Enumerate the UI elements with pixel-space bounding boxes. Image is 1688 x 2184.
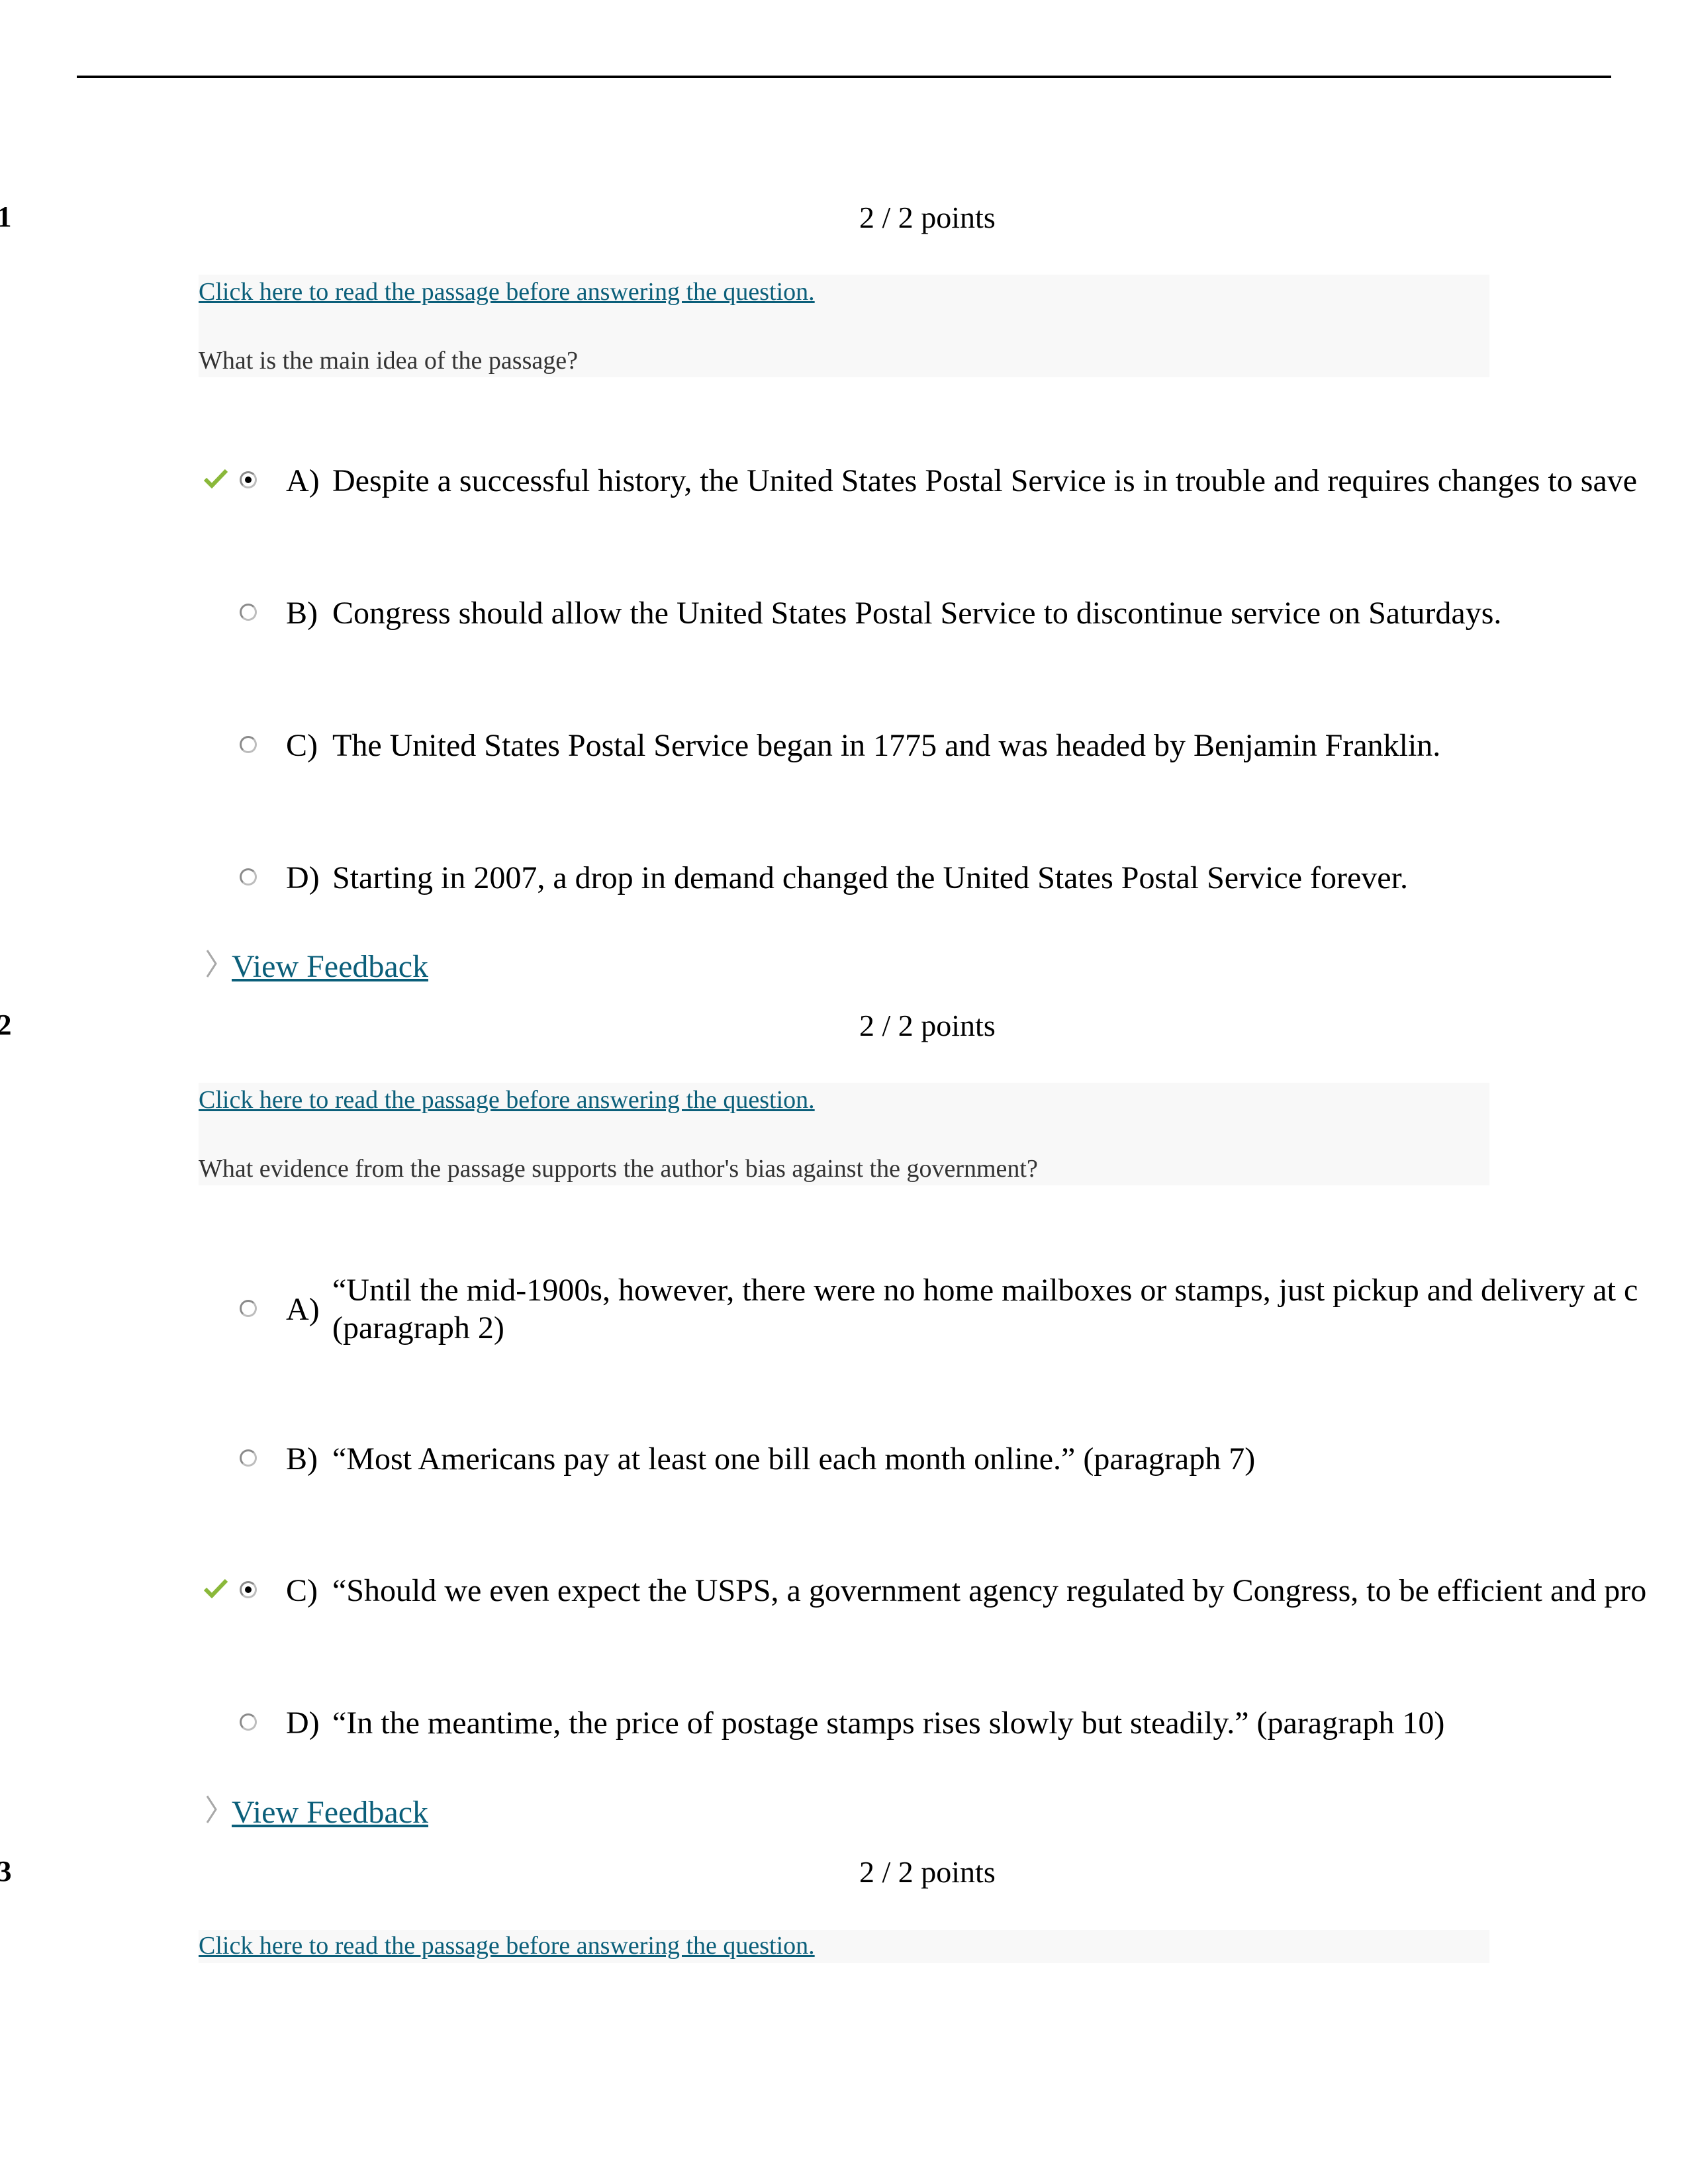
passage-link[interactable]: Click here to read the passage before an… bbox=[199, 1931, 815, 1962]
passage-link[interactable]: Click here to read the passage before an… bbox=[199, 1085, 815, 1116]
option-text: Congress should allow the United States … bbox=[332, 596, 1502, 631]
question-text: What is the main idea of the passage? bbox=[199, 347, 578, 375]
option-d[interactable]: D) Starting in 2007, a drop in demand ch… bbox=[199, 859, 1688, 912]
chevron-right-icon bbox=[206, 1796, 217, 1823]
radio-unselected-icon[interactable] bbox=[240, 868, 257, 886]
points-score: 2 / 2 points bbox=[859, 201, 996, 234]
radio-unselected-icon[interactable] bbox=[240, 1449, 257, 1467]
option-text: The United States Postal Service began i… bbox=[332, 728, 1441, 763]
option-text: “In the meantime, the price of postage s… bbox=[332, 1706, 1445, 1741]
option-b[interactable]: B) “Most Americans pay at least one bill… bbox=[199, 1440, 1688, 1493]
option-letter: C) bbox=[286, 1573, 318, 1608]
radio-unselected-icon[interactable] bbox=[240, 1713, 257, 1731]
option-letter: C) bbox=[286, 728, 318, 763]
radio-unselected-icon[interactable] bbox=[240, 736, 257, 753]
points-score: 2 / 2 points bbox=[859, 1855, 996, 1889]
question-box: Click here to read the passage before an… bbox=[199, 1930, 1489, 1963]
chevron-right-icon bbox=[206, 950, 217, 978]
option-letter: D) bbox=[286, 1706, 320, 1741]
radio-selected-icon[interactable] bbox=[240, 471, 257, 488]
question-number: n 2 bbox=[0, 1009, 12, 1041]
radio-unselected-icon[interactable] bbox=[240, 1300, 257, 1317]
option-text: Starting in 2007, a drop in demand chang… bbox=[332, 860, 1408, 895]
radio-selected-icon[interactable] bbox=[240, 1581, 257, 1598]
view-feedback-link[interactable]: View Feedback bbox=[232, 1794, 428, 1832]
points-score: 2 / 2 points bbox=[859, 1009, 996, 1042]
option-letter: B) bbox=[286, 596, 318, 631]
option-d[interactable]: D) “In the meantime, the price of postag… bbox=[199, 1704, 1688, 1757]
question-number: n 1 bbox=[0, 201, 12, 233]
question-text: What evidence from the passage supports … bbox=[199, 1155, 1038, 1183]
checkmark-icon bbox=[204, 1578, 228, 1598]
header-divider bbox=[77, 75, 1611, 78]
option-c[interactable]: C) The United States Postal Service bega… bbox=[199, 727, 1688, 780]
option-letter: D) bbox=[286, 860, 320, 895]
option-text: Despite a successful history, the United… bbox=[332, 463, 1638, 498]
option-text: “Until the mid-1900s, however, there wer… bbox=[332, 1273, 1638, 1345]
question-box: Click here to read the passage before an… bbox=[199, 1083, 1489, 1185]
option-b[interactable]: B) Congress should allow the United Stat… bbox=[199, 594, 1688, 647]
option-letter: A) bbox=[286, 463, 320, 498]
question-number: n 3 bbox=[0, 1855, 12, 1888]
option-a[interactable]: A) Despite a successful history, the Uni… bbox=[199, 462, 1688, 515]
option-c[interactable]: C) “Should we even expect the USPS, a go… bbox=[199, 1572, 1688, 1625]
radio-unselected-icon[interactable] bbox=[240, 604, 257, 621]
checkmark-icon bbox=[204, 469, 228, 488]
option-a[interactable]: A) “Until the mid-1900s, however, there … bbox=[199, 1272, 1688, 1351]
option-text: “Should we even expect the USPS, a gover… bbox=[332, 1573, 1647, 1608]
option-letter: B) bbox=[286, 1441, 318, 1477]
view-feedback-link[interactable]: View Feedback bbox=[232, 948, 428, 986]
option-letter: A) bbox=[286, 1292, 320, 1327]
passage-link[interactable]: Click here to read the passage before an… bbox=[199, 277, 815, 308]
option-text: “Most Americans pay at least one bill ea… bbox=[332, 1441, 1256, 1477]
question-box: Click here to read the passage before an… bbox=[199, 275, 1489, 377]
